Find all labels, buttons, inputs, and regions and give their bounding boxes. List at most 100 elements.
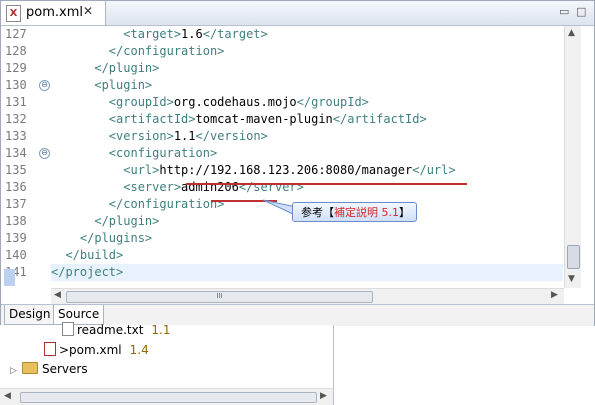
tree-item-version: 1.1 (151, 323, 171, 337)
tree-item-pom[interactable]: >pom.xml 1.4 (44, 341, 149, 359)
xml-tag: <target> (123, 27, 182, 41)
horizontal-scroll-thumb[interactable]: III (66, 291, 373, 303)
line-number: 132 (5, 112, 27, 126)
xml-tag: <configuration> (108, 146, 218, 160)
xml-tag: </build> (65, 248, 124, 262)
xml-tag: <groupId> (108, 95, 174, 109)
explorer-scroll-thumb[interactable] (20, 392, 317, 403)
xml-tag: </target> (202, 27, 268, 41)
code-line: </configuration> (51, 43, 563, 60)
tree-item-servers[interactable]: ▷ Servers (10, 360, 88, 378)
code-area[interactable]: <target>1.6</target> </configuration> </… (51, 26, 563, 288)
current-line-marker (4, 269, 15, 286)
line-number: 140 (5, 248, 27, 262)
line-number: 135 (5, 163, 27, 177)
xml-file-icon (44, 342, 56, 356)
xml-text: tomcat-maven-plugin (195, 112, 333, 126)
scroll-right-icon[interactable]: ▶ (551, 290, 558, 300)
code-line: <url>http://192.168.123.206:8080/manager… (51, 162, 563, 179)
scroll-left-icon[interactable]: ◀ (54, 290, 61, 300)
line-number: 127 (5, 27, 27, 41)
code-line: <artifactId>tomcat-maven-plugin</artifac… (51, 111, 563, 128)
expand-icon[interactable]: ▷ (10, 362, 22, 380)
code-line: </build> (51, 247, 563, 264)
url-underline-annotation (186, 183, 467, 185)
close-icon[interactable]: ✕ (83, 4, 93, 18)
callout-highlight: 補定説明 5.1 (334, 206, 399, 219)
callout-suffix: 】 (399, 206, 410, 219)
callout-prefix: 参考【 (301, 206, 334, 219)
tree-item-label: Servers (42, 362, 88, 376)
line-number: 134 (5, 146, 27, 160)
xml-tag: </configuration> (108, 44, 225, 58)
tab-title: pom.xml (26, 5, 83, 20)
code-line: <version>1.1</version> (51, 128, 563, 145)
fold-toggle-icon[interactable]: ⊖ (39, 80, 50, 91)
xml-tag: </plugins> (79, 231, 153, 245)
code-line: <server>admin206</server> (51, 179, 563, 196)
line-number: 133 (5, 129, 27, 143)
vertical-scroll-thumb[interactable] (567, 245, 580, 269)
xml-tag: </artifactId> (332, 112, 427, 126)
code-line: </plugin> (51, 60, 563, 77)
scroll-up-icon[interactable]: ▲ (568, 28, 575, 38)
line-number: 139 (5, 231, 27, 245)
line-number: 130 (5, 78, 27, 92)
xml-tag: </version> (195, 129, 268, 143)
code-line: </project> (51, 264, 563, 281)
xml-tag: </url> (412, 163, 456, 177)
tab-design[interactable]: Design (4, 305, 56, 325)
line-number: 136 (5, 180, 27, 194)
xml-editor: X pom.xml ✕ ▭ □ 127 128 129 130 ⊖ 131 132 133 13… (0, 0, 595, 326)
xml-tag: </configuration> (108, 197, 225, 211)
tree-item-label: readme.txt (77, 323, 144, 337)
xml-tag: <server> (123, 180, 182, 194)
xml-tag: </plugin> (94, 214, 160, 228)
code-line: </plugins> (51, 230, 563, 247)
xml-text: 1.1 (173, 129, 196, 143)
line-number: 137 (5, 197, 27, 211)
project-explorer: readme.txt 1.1 >pom.xml 1.4 ▷ Servers ◀ ▶ (0, 322, 334, 405)
tab-pom-xml[interactable]: X pom.xml ✕ (1, 1, 106, 25)
folder-icon (22, 362, 38, 374)
text-file-icon (62, 322, 74, 336)
editor-tabbar: X pom.xml ✕ ▭ □ (1, 1, 594, 26)
horizontal-scrollbar[interactable]: ◀ III ▶ (51, 288, 564, 304)
xml-tag: </plugin> (94, 61, 160, 75)
xml-tag: <url> (123, 163, 160, 177)
xml-text: 1.6 (181, 27, 203, 41)
vertical-scrollbar[interactable]: ▲ ▼ (564, 26, 581, 288)
xml-tag: </groupId> (296, 95, 369, 109)
code-line: <configuration> (51, 145, 563, 162)
xml-file-icon: X (6, 5, 21, 22)
line-number: 138 (5, 214, 27, 228)
xml-tag: </project> (51, 265, 124, 279)
tree-item-label: >pom.xml (59, 343, 122, 357)
fold-toggle-icon[interactable]: ⊖ (39, 148, 50, 159)
xml-text: http://192.168.123.206:8080/manager (159, 163, 413, 177)
tree-item-version: 1.4 (129, 343, 149, 357)
tree-item-readme[interactable]: readme.txt 1.1 (62, 321, 171, 339)
minimize-icon[interactable]: ▭ (559, 5, 569, 18)
xml-text: org.codehaus.mojo (173, 95, 297, 109)
scroll-right-icon[interactable]: ▶ (320, 391, 327, 401)
line-number-gutter: 127 128 129 130 ⊖ 131 132 133 134 ⊖ 135 136 137 138 13… (1, 26, 50, 288)
maximize-icon[interactable]: □ (576, 5, 586, 18)
reference-callout: 参考【補定説明 5.1】 (292, 202, 417, 222)
scroll-left-icon[interactable]: ◀ (4, 391, 11, 401)
explorer-horizontal-scrollbar[interactable]: ◀ ▶ (0, 388, 333, 405)
scroll-down-icon[interactable]: ▼ (568, 274, 575, 284)
